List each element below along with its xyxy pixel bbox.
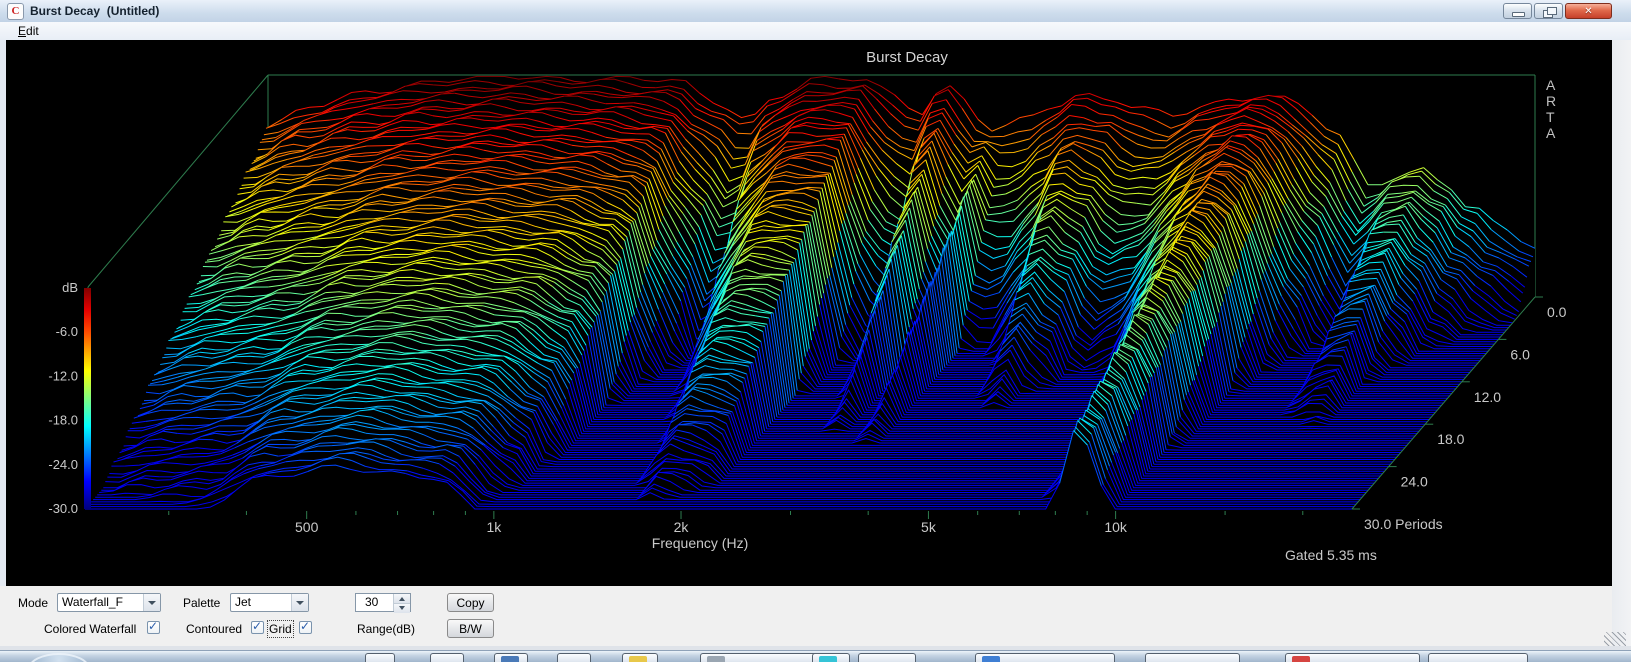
screen-bottom — [0, 662, 1631, 672]
bw-button[interactable]: B/W — [447, 619, 494, 638]
svg-text:24.0: 24.0 — [1401, 474, 1428, 490]
range-value: 30 — [356, 594, 393, 611]
db-axis-title: dB — [62, 280, 78, 295]
mode-dropdown[interactable]: Waterfall_F — [57, 593, 161, 612]
svg-text:0.0: 0.0 — [1547, 304, 1567, 320]
range-spinner[interactable]: 30 — [355, 593, 411, 612]
mode-label: Mode — [18, 596, 48, 610]
arta-watermark: T — [1546, 109, 1555, 125]
menubar: Edit — [0, 22, 1631, 40]
arta-watermark: A — [1546, 125, 1556, 141]
chevron-down-icon[interactable] — [291, 594, 308, 611]
minimize-button[interactable] — [1503, 3, 1532, 19]
svg-text:18.0: 18.0 — [1437, 431, 1464, 447]
arta-burst-decay-window: C Burst Decay (Untitled) ✕ Edit 0.0 6.0 12… — [0, 0, 1631, 672]
chevron-down-icon[interactable] — [143, 594, 160, 611]
resize-grip-icon[interactable] — [1604, 632, 1626, 646]
range-db-label: Range(dB) — [357, 622, 415, 636]
svg-text:1k: 1k — [486, 519, 502, 535]
grid-checkbox[interactable] — [299, 621, 312, 634]
app-icon[interactable]: C — [7, 3, 24, 20]
svg-text:-6.0: -6.0 — [56, 324, 78, 339]
arta-watermark: A — [1546, 77, 1556, 93]
svg-text:12.0: 12.0 — [1474, 389, 1501, 405]
chart-title: Burst Decay — [866, 49, 948, 66]
svg-text:30.0 Periods: 30.0 Periods — [1364, 516, 1443, 532]
waterfall-slices — [85, 76, 1535, 509]
window-right-border — [1612, 40, 1631, 646]
svg-text:5k: 5k — [921, 519, 937, 535]
x-axis-title: Frequency (Hz) — [652, 535, 748, 551]
copy-button[interactable]: Copy — [447, 593, 494, 612]
colored-waterfall-checkbox[interactable] — [147, 621, 160, 634]
palette-label: Palette — [183, 596, 220, 610]
close-button[interactable]: ✕ — [1565, 3, 1612, 19]
waterfall-svg: 0.0 6.0 12.0 18.0 24.0 30.0 Periods 500 1k 2k 5k 1… — [6, 40, 1612, 586]
palette-dropdown[interactable]: Jet — [230, 593, 309, 612]
window-title: Burst Decay (Untitled) — [30, 4, 159, 18]
titlebar: C Burst Decay (Untitled) ✕ — [0, 0, 1631, 23]
restore-button[interactable] — [1534, 3, 1563, 19]
svg-text:-18.0: -18.0 — [48, 413, 78, 428]
svg-text:2k: 2k — [674, 519, 690, 535]
svg-text:-12.0: -12.0 — [48, 368, 78, 383]
svg-text:-24.0: -24.0 — [48, 457, 78, 472]
control-panel: Mode Waterfall_F Palette Jet 30 Copy Col… — [0, 586, 1612, 646]
arta-watermark: R — [1546, 93, 1556, 109]
contoured-label: Contoured — [186, 622, 242, 636]
menu-edit[interactable]: Edit — [14, 24, 43, 38]
colored-waterfall-label: Colored Waterfall — [44, 622, 136, 636]
svg-text:-30.0: -30.0 — [48, 501, 78, 516]
close-icon: ✕ — [1566, 5, 1611, 19]
db-colorbar — [84, 288, 91, 509]
contoured-checkbox[interactable] — [251, 621, 264, 634]
svg-text:10k: 10k — [1104, 519, 1128, 535]
spinner-down-button[interactable] — [394, 604, 410, 613]
svg-text:6.0: 6.0 — [1510, 346, 1530, 362]
burst-decay-plot: 0.0 6.0 12.0 18.0 24.0 30.0 Periods 500 1k 2k 5k 1… — [6, 40, 1612, 586]
svg-text:500: 500 — [295, 519, 319, 535]
minimize-icon — [1512, 12, 1525, 17]
grid-label: Grid — [269, 622, 292, 636]
spinner-up-button[interactable] — [394, 594, 410, 604]
gated-label: Gated 5.35 ms — [1285, 547, 1377, 563]
